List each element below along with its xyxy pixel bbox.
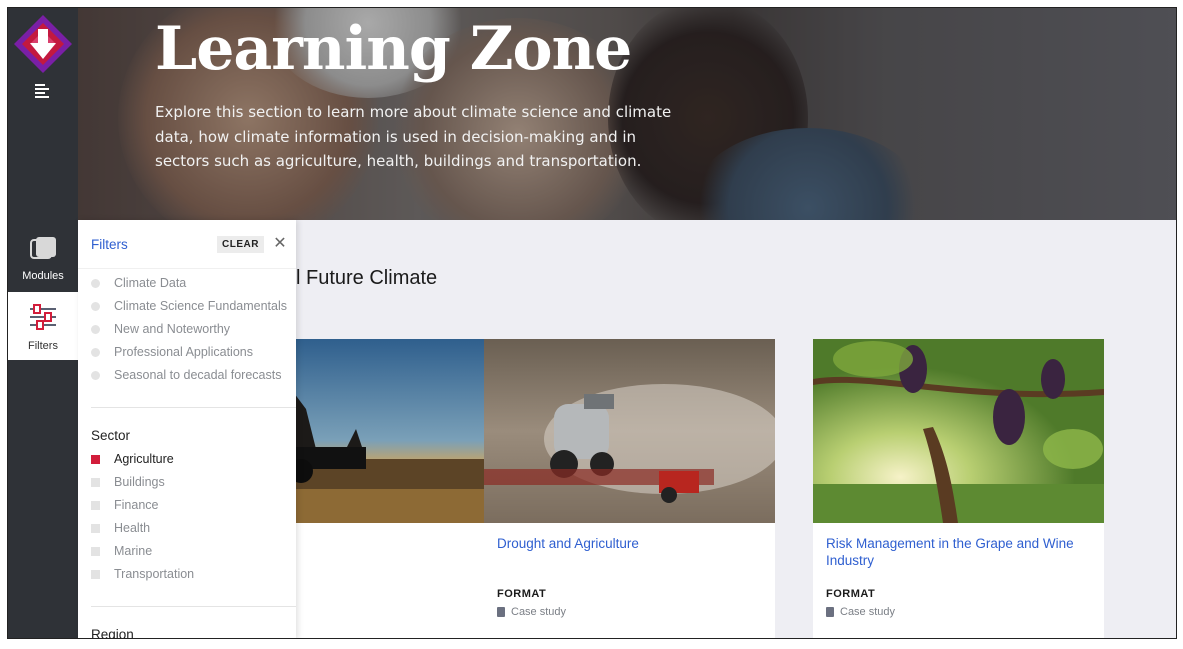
checkbox-icon: [91, 454, 100, 464]
hero-description: Explore this section to learn more about…: [155, 103, 672, 170]
app-frame: Learning Zone Explore this section to le…: [7, 7, 1177, 639]
filter-option-topic[interactable]: Climate Science Fundamentals: [91, 296, 287, 316]
filter-option-sector-marine[interactable]: Marine: [91, 541, 152, 561]
tab-filters[interactable]: Filters: [8, 292, 78, 360]
filter-option-label: Health: [114, 521, 151, 535]
filter-option-label: Professional Applications: [114, 345, 253, 359]
card-drought-format: Case study: [497, 606, 566, 618]
tab-modules-label: Modules: [22, 270, 64, 282]
filters-panel-title: Filters: [91, 237, 128, 252]
climate-logo-icon[interactable]: [12, 13, 74, 75]
filter-option-sector-agriculture[interactable]: Agriculture: [91, 449, 174, 469]
radio-icon: [91, 301, 100, 311]
filter-option-label: Climate Data: [114, 276, 187, 290]
card-risk-management-grape-wine[interactable]: Risk Management in the Grape and Wine In…: [813, 339, 1104, 638]
radio-icon: [91, 347, 100, 357]
sector-heading: Sector: [91, 428, 131, 443]
section-divider: [91, 606, 296, 607]
checkbox-icon: [91, 523, 100, 533]
checkbox-icon: [91, 546, 100, 556]
card-risk-format: Case study: [826, 606, 895, 618]
card-drought-image: [484, 339, 775, 523]
card-drought-title[interactable]: Drought and Agriculture: [497, 536, 762, 553]
filter-option-topic[interactable]: Professional Applications: [91, 342, 253, 362]
card-drought-and-agriculture[interactable]: Drought and Agriculture FORMAT Case stud…: [484, 339, 775, 638]
region-heading: Region: [91, 627, 134, 639]
card-drought-format-label: FORMAT: [497, 588, 547, 600]
filter-option-label: Marine: [114, 544, 153, 558]
card-risk-format-label: FORMAT: [826, 588, 876, 600]
filter-option-sector-health[interactable]: Health: [91, 518, 150, 538]
filter-option-label: Agriculture: [114, 452, 174, 466]
filters-icon: [30, 304, 56, 330]
filter-option-topic[interactable]: Climate Data: [91, 273, 186, 293]
filter-option-label: Seasonal to decadal forecasts: [114, 368, 282, 382]
checkbox-icon: [91, 569, 100, 579]
modules-icon: [30, 237, 56, 259]
radio-icon: [91, 324, 100, 334]
card-drought-format-value: Case study: [511, 606, 567, 618]
tab-modules[interactable]: Modules: [8, 222, 78, 290]
card-risk-title[interactable]: Risk Management in the Grape and Wine In…: [826, 536, 1091, 569]
checkbox-icon: [91, 500, 100, 510]
radio-icon: [91, 278, 100, 288]
page-title: Learning Zone: [155, 14, 632, 84]
filter-option-topic[interactable]: New and Noteworthy: [91, 319, 230, 339]
filter-option-label: Climate Science Fundamentals: [114, 299, 287, 313]
filter-option-sector-buildings[interactable]: Buildings: [91, 472, 165, 492]
hero-banner: Learning Zone Explore this section to le…: [8, 8, 1176, 220]
filter-option-label: Finance: [114, 498, 159, 512]
section-divider: [91, 407, 296, 408]
clear-filters-button[interactable]: CLEAR: [217, 236, 264, 253]
filter-option-sector-transportation[interactable]: Transportation: [91, 564, 194, 584]
filters-panel: Filters CLEAR ✕ Climate Data Climate Sci…: [78, 220, 296, 639]
left-rail: Modules Filters: [8, 8, 78, 638]
filter-option-topic[interactable]: Seasonal to decadal forecasts: [91, 365, 281, 385]
book-icon: [497, 607, 505, 617]
checkbox-icon: [91, 477, 100, 487]
module-heading: l Future Climate: [296, 267, 438, 289]
card-vineyard-image: [813, 339, 1104, 523]
radio-icon: [91, 370, 100, 380]
tab-filters-label: Filters: [28, 340, 58, 352]
filter-option-label: Transportation: [114, 567, 195, 581]
close-icon[interactable]: ✕: [272, 235, 288, 251]
filter-option-label: Buildings: [114, 475, 165, 489]
filter-option-sector-finance[interactable]: Finance: [91, 495, 158, 515]
menu-icon[interactable]: [35, 82, 51, 98]
filter-option-label: New and Noteworthy: [114, 322, 231, 336]
card-risk-format-value: Case study: [840, 606, 896, 618]
book-icon: [826, 607, 834, 617]
panel-divider: [78, 268, 296, 269]
